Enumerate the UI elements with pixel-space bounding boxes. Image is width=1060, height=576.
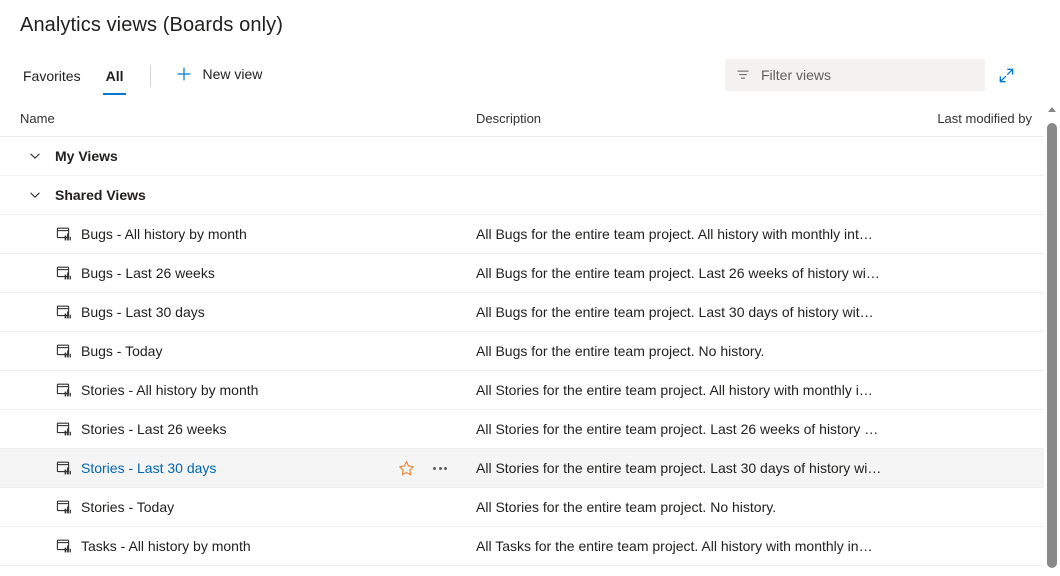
vertical-scrollbar[interactable] <box>1044 101 1060 576</box>
table-row[interactable]: Tasks - All history by month All Tasks fo… <box>0 527 1044 566</box>
chevron-down-icon[interactable] <box>27 148 43 164</box>
view-description: All Stories for the entire team project.… <box>476 460 882 476</box>
analytics-view-icon <box>55 225 73 243</box>
toolbar-divider <box>150 65 152 87</box>
column-header-last-modified-by[interactable]: Last modified by <box>937 111 1032 126</box>
tab-label: All <box>105 68 124 84</box>
plus-icon <box>175 65 193 83</box>
table-row[interactable]: Stories - Today All Stories for the entir… <box>0 488 1044 527</box>
analytics-view-icon <box>55 303 73 321</box>
table-row[interactable]: Stories - Last 30 days All Stories for th… <box>0 449 1044 488</box>
view-name-link[interactable]: Bugs - All history by month <box>81 226 247 242</box>
analytics-view-icon <box>55 342 73 360</box>
view-description: All Stories for the entire team project.… <box>476 382 873 398</box>
view-name-link[interactable]: Stories - Last 26 weeks <box>81 421 227 437</box>
view-name-link[interactable]: Bugs - Last 26 weeks <box>81 265 215 281</box>
view-description: All Bugs for the entire team project. No… <box>476 343 765 359</box>
table-row[interactable]: Bugs - Last 30 days All Bugs for the enti… <box>0 293 1044 332</box>
view-name-link[interactable]: Stories - Last 30 days <box>81 460 216 476</box>
expand-diagonal-icon[interactable] <box>990 59 1022 91</box>
more-ellipsis-icon[interactable] <box>426 454 454 482</box>
view-name-link[interactable]: Bugs - Today <box>81 343 162 359</box>
page-title: Analytics views (Boards only) <box>20 14 283 36</box>
group-header-shared-views[interactable]: Shared Views <box>0 176 1044 215</box>
view-description: All Stories for the entire team project.… <box>476 421 879 437</box>
group-label: Shared Views <box>55 187 146 203</box>
tab-all[interactable]: All <box>102 57 127 95</box>
tab-label: Favorites <box>23 68 81 84</box>
views-list: Name Description Last modified by My Vie… <box>0 101 1060 576</box>
view-name-link[interactable]: Bugs - Last 30 days <box>81 304 205 320</box>
filter-views-input[interactable] <box>761 67 975 83</box>
column-header-description[interactable]: Description <box>476 111 541 126</box>
analytics-view-icon <box>55 459 73 477</box>
analytics-views-page: Analytics views (Boards only) Favorites A… <box>0 0 1060 576</box>
table-row[interactable]: Bugs - Today All Bugs for the entire team… <box>0 332 1044 371</box>
analytics-view-icon <box>55 264 73 282</box>
view-description: All Bugs for the entire team project. La… <box>476 304 874 320</box>
tab-favorites[interactable]: Favorites <box>20 57 84 95</box>
view-description: All Stories for the entire team project.… <box>476 499 777 515</box>
chevron-down-icon[interactable] <box>27 187 43 203</box>
list-rows: My Views Shared Views Bugs - All history b… <box>0 137 1060 566</box>
analytics-view-icon <box>55 381 73 399</box>
view-description: All Bugs for the entire team project. La… <box>476 265 880 281</box>
analytics-view-icon <box>55 537 73 555</box>
table-row[interactable]: Bugs - All history by month All Bugs for … <box>0 215 1044 254</box>
scroll-up-arrow-icon[interactable] <box>1044 101 1060 118</box>
star-outline-icon[interactable] <box>392 454 420 482</box>
new-view-button[interactable]: New view <box>169 57 268 91</box>
filter-funnel-icon <box>735 68 750 83</box>
table-row[interactable]: Stories - All history by month All Storie… <box>0 371 1044 410</box>
analytics-view-icon <box>55 420 73 438</box>
filter-views-box[interactable] <box>725 59 985 91</box>
filter-area <box>725 59 1022 91</box>
group-header-my-views[interactable]: My Views <box>0 137 1044 176</box>
analytics-view-icon <box>55 498 73 516</box>
view-description: All Bugs for the entire team project. Al… <box>476 226 873 242</box>
view-name-link[interactable]: Tasks - All history by month <box>81 538 251 554</box>
view-name-link[interactable]: Stories - Today <box>81 499 174 515</box>
column-header-name[interactable]: Name <box>20 111 55 126</box>
row-actions <box>392 454 454 482</box>
view-name-link[interactable]: Stories - All history by month <box>81 382 258 398</box>
scrollbar-thumb[interactable] <box>1047 123 1057 568</box>
list-column-headers: Name Description Last modified by <box>0 101 1044 137</box>
view-scope-tabs: Favorites All <box>20 57 145 95</box>
new-view-label: New view <box>202 66 263 82</box>
group-label: My Views <box>55 148 118 164</box>
table-row[interactable]: Stories - Last 26 weeks All Stories for t… <box>0 410 1044 449</box>
view-description: All Tasks for the entire team project. A… <box>476 538 873 554</box>
table-row[interactable]: Bugs - Last 26 weeks All Bugs for the ent… <box>0 254 1044 293</box>
